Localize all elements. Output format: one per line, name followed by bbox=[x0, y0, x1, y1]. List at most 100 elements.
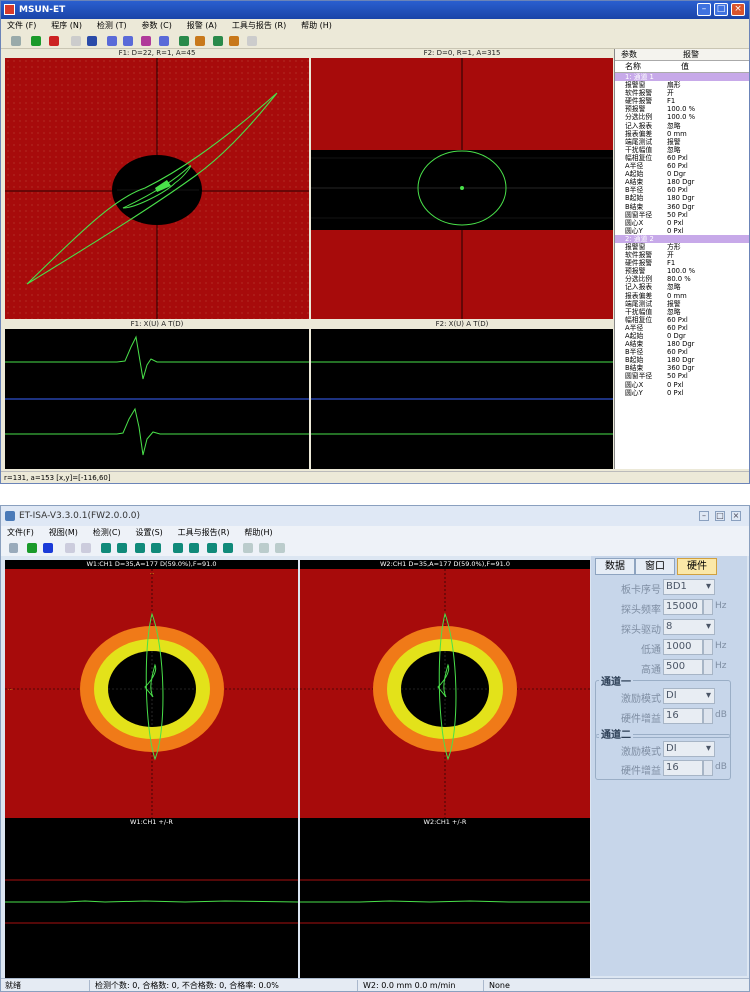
highpass-input[interactable]: 500 bbox=[663, 659, 703, 675]
menu-tools[interactable]: 工具与报告 (R) bbox=[226, 19, 292, 33]
ch2-gain-input[interactable]: 16 bbox=[663, 760, 703, 776]
lowpass-spinner[interactable] bbox=[703, 639, 713, 655]
list-icon[interactable] bbox=[275, 543, 285, 553]
up-arrow-icon[interactable] bbox=[101, 543, 111, 553]
param-row[interactable]: 报警窗 方形 bbox=[615, 243, 749, 251]
param-row[interactable]: 软件报警 开 bbox=[615, 251, 749, 259]
close-button[interactable]: × bbox=[731, 3, 745, 16]
param-row[interactable]: 预报警 100.0 % bbox=[615, 267, 749, 275]
tab-window[interactable]: 窗口 bbox=[635, 558, 675, 575]
rotate-right-icon[interactable] bbox=[195, 36, 205, 46]
undo-icon-2[interactable] bbox=[207, 543, 217, 553]
param-row[interactable]: B半径 60 Pxl bbox=[615, 186, 749, 194]
drive-select[interactable]: 8 ▾ bbox=[663, 619, 715, 635]
freq-input[interactable]: 15000 bbox=[663, 599, 703, 615]
undo-icon[interactable] bbox=[213, 36, 223, 46]
f1-time-plot[interactable] bbox=[5, 329, 309, 469]
param-row[interactable]: A半径 60 Pxl bbox=[615, 324, 749, 332]
param-row[interactable]: 圆心X 0 Pxl bbox=[615, 219, 749, 227]
up-icon[interactable] bbox=[107, 36, 117, 46]
down-alt-icon[interactable] bbox=[151, 543, 161, 553]
tab-data[interactable]: 数据 bbox=[595, 558, 635, 575]
play-icon-2[interactable] bbox=[9, 543, 18, 553]
w1-time-plot[interactable]: W1:CH1 +/-R bbox=[5, 818, 298, 978]
save-icon-2[interactable] bbox=[81, 543, 91, 553]
up-alt-icon[interactable] bbox=[135, 543, 145, 553]
param-row[interactable]: A起始 0 Dgr bbox=[615, 332, 749, 340]
param-row[interactable]: 端尾测试 报警 bbox=[615, 138, 749, 146]
menu-params[interactable]: 参数 (C) bbox=[135, 19, 177, 33]
param-row[interactable]: 报警窗 扇形 bbox=[615, 81, 749, 89]
maximize-button[interactable]: □ bbox=[714, 3, 728, 16]
ch1-gain-input[interactable]: 16 bbox=[663, 708, 703, 724]
tab-alarm[interactable]: 报警 bbox=[683, 49, 699, 61]
open-icon[interactable] bbox=[71, 36, 81, 46]
f1-impedance-plot[interactable] bbox=[5, 58, 309, 319]
maximize-button-2[interactable]: □ bbox=[715, 511, 725, 521]
param-row[interactable]: 报表偏差 0 mm bbox=[615, 292, 749, 300]
param-row[interactable]: B起始 180 Dgr bbox=[615, 356, 749, 364]
menu-detect[interactable]: 检测 (T) bbox=[91, 19, 133, 33]
param-row[interactable]: 报表偏差 0 mm bbox=[615, 130, 749, 138]
param-row[interactable]: 圆窗半径 50 Pxl bbox=[615, 211, 749, 219]
param-row[interactable]: B半径 60 Pxl bbox=[615, 348, 749, 356]
settings-icon[interactable] bbox=[247, 36, 257, 46]
param-row[interactable]: 分选比例 80.0 % bbox=[615, 275, 749, 283]
grid-icon[interactable] bbox=[259, 543, 269, 553]
stop-icon[interactable] bbox=[49, 36, 59, 46]
param-row[interactable]: 记入报表 忽略 bbox=[615, 122, 749, 130]
alarm-icon[interactable] bbox=[141, 36, 151, 46]
param-row[interactable]: 圆心X 0 Pxl bbox=[615, 381, 749, 389]
param-row[interactable]: A起始 0 Dgr bbox=[615, 170, 749, 178]
param-row[interactable]: 圆心Y 0 Pxl bbox=[615, 389, 749, 397]
ch1-mode-select[interactable]: DI ▾ bbox=[663, 688, 715, 704]
param-row[interactable]: A半径 60 Pxl bbox=[615, 162, 749, 170]
w2-impedance-plot[interactable]: W2:CH1 D=35,A=177 D(59.0%),F=91.0 bbox=[300, 560, 590, 818]
ch2-gain-spinner[interactable] bbox=[703, 760, 713, 776]
next-icon[interactable] bbox=[159, 36, 169, 46]
f2-time-plot[interactable] bbox=[311, 329, 613, 469]
menu2-tools[interactable]: 工具与报告(R) bbox=[172, 526, 236, 540]
menu2-help[interactable]: 帮助(H) bbox=[238, 526, 278, 540]
param-row[interactable]: B起始 180 Dgr bbox=[615, 194, 749, 202]
board-select[interactable]: BD1 ▾ bbox=[663, 579, 715, 595]
param-row[interactable]: 分选比例 100.0 % bbox=[615, 113, 749, 121]
rotate-left-icon[interactable] bbox=[179, 36, 189, 46]
close-button-2[interactable]: × bbox=[731, 511, 741, 521]
param-row[interactable]: B结束 360 Dgr bbox=[615, 203, 749, 211]
param-row[interactable]: 干扰幅值 忽略 bbox=[615, 308, 749, 316]
param-row[interactable]: A结束 180 Dgr bbox=[615, 340, 749, 348]
open-icon-2[interactable] bbox=[65, 543, 75, 553]
param-row[interactable]: B结束 360 Dgr bbox=[615, 364, 749, 372]
ch2-mode-select[interactable]: DI ▾ bbox=[663, 741, 715, 757]
menu-alarm[interactable]: 报警 (A) bbox=[181, 19, 223, 33]
ch1-gain-spinner[interactable] bbox=[703, 708, 713, 724]
save-icon[interactable] bbox=[87, 36, 97, 46]
menu2-file[interactable]: 文件(F) bbox=[1, 526, 40, 540]
tab-hardware[interactable]: 硬件 bbox=[677, 558, 717, 575]
f2-impedance-plot[interactable] bbox=[311, 58, 613, 319]
param-row[interactable]: 圆窗半径 50 Pxl bbox=[615, 372, 749, 380]
pause-icon-2[interactable] bbox=[27, 543, 37, 553]
param-row[interactable]: A结束 180 Dgr bbox=[615, 178, 749, 186]
w1-impedance-plot[interactable]: W1:CH1 D=35,A=177 D(59.0%),F=91.0 ··· ··… bbox=[5, 560, 298, 818]
param-row[interactable]: 软件报警 开 bbox=[615, 89, 749, 97]
param-row[interactable]: 预报警 100.0 % bbox=[615, 105, 749, 113]
param-row[interactable]: 幅相复位 60 Pxl bbox=[615, 154, 749, 162]
down-icon[interactable] bbox=[123, 36, 133, 46]
minimize-button[interactable]: – bbox=[697, 3, 711, 16]
minimize-button-2[interactable]: – bbox=[699, 511, 709, 521]
param-row[interactable]: 硬件报警 F1 bbox=[615, 259, 749, 267]
pause-icon[interactable] bbox=[31, 36, 41, 46]
rotate-left-icon-2[interactable] bbox=[173, 543, 183, 553]
w2-time-plot[interactable]: W2:CH1 +/-R bbox=[300, 818, 590, 978]
menu2-settings[interactable]: 设置(S) bbox=[129, 526, 168, 540]
param-group-2[interactable]: 2: 通道 2 bbox=[615, 234, 749, 243]
menu-help[interactable]: 帮助 (H) bbox=[295, 19, 338, 33]
freq-spinner[interactable] bbox=[703, 599, 713, 615]
down-arrow-icon[interactable] bbox=[117, 543, 127, 553]
menu2-view[interactable]: 视图(M) bbox=[43, 526, 84, 540]
stop-icon-2[interactable] bbox=[43, 543, 53, 553]
play-icon[interactable] bbox=[11, 36, 21, 46]
param-row[interactable]: 端尾测试 报警 bbox=[615, 300, 749, 308]
